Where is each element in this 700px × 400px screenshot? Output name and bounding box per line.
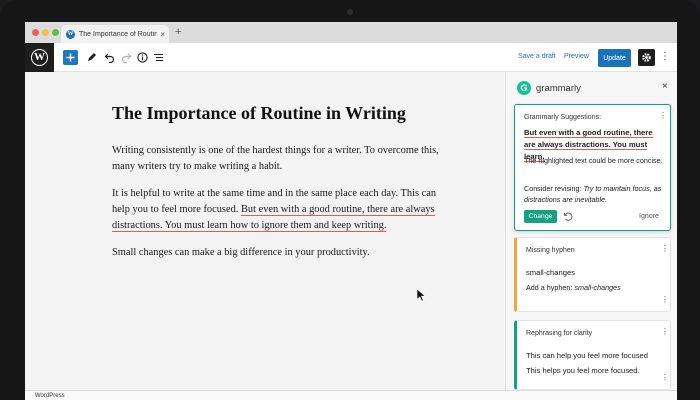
window-close-button[interactable] [32,29,39,36]
editor-canvas[interactable]: The Importance of Routine in Writing Wri… [25,72,505,390]
grammarly-logo-icon: G [517,81,531,95]
paragraph-block[interactable]: It is helpful to write at the same time … [112,186,444,234]
paragraph-block[interactable]: Writing consistently is one of the harde… [112,143,444,175]
ignore-button[interactable]: Ignore [639,213,659,220]
preview-button[interactable]: Preview [564,53,589,60]
suggestion-revision: Consider revising: Try to maintain focus… [524,184,662,204]
info-icon [137,52,148,63]
redo-icon [121,53,132,63]
new-tab-button[interactable]: + [175,27,181,38]
suggestion-card-rephrase[interactable]: Rephrasing for clarity ⋮ This can help y… [514,320,671,390]
details-button[interactable] [135,49,150,66]
update-button[interactable]: Update [598,49,631,67]
redo-button[interactable] [119,49,134,66]
rephrase-option[interactable]: This can help you feel more focused [526,351,648,360]
window-minimize-button[interactable] [42,29,49,36]
options-menu-icon[interactable]: ⋮ [660,52,670,62]
editor-toolbar: W Save a draft Preview Update ⋮ [25,43,677,72]
suggestion-card-hyphen[interactable]: Missing hyphen ⋮ small-changes Add a hyp… [514,237,671,312]
card-more-icon[interactable]: ⋮ [659,112,667,120]
list-view-icon [154,53,163,62]
laptop-bezel: W The Importance of Routine in W × + W [0,0,700,400]
undo-button[interactable] [102,49,117,66]
save-draft-button[interactable]: Save a draft [518,53,556,60]
suggestion-reason: The highlighted text could be more conci… [524,156,663,165]
settings-button[interactable] [638,49,655,66]
wordpress-logo-icon: W [31,49,48,66]
tab-title: The Importance of Routine in W [79,30,158,38]
block-inserter-button[interactable] [63,50,78,65]
card-more-icon[interactable]: ⋮ [661,296,669,304]
webcam [347,9,353,15]
card-more-icon[interactable]: ⋮ [661,245,669,253]
card-label: Grammarly Suggestions: [524,114,602,121]
status-bar: WordPress [25,390,677,400]
wordpress-logo-button[interactable]: W [25,43,54,72]
window-maximize-button[interactable] [52,29,59,36]
suggested-word: small-changes [526,268,575,277]
browser-tab-bar: W The Importance of Routine in W × + [25,22,677,43]
wordpress-favicon-icon: W [66,29,75,39]
post-title[interactable]: The Importance of Routine in Writing [112,103,406,124]
rephrase-option[interactable]: This helps you feel more focused. [526,366,640,375]
status-bar-label: WordPress [35,393,65,399]
screen: W The Importance of Routine in W × + W [25,22,677,400]
grammarly-header: G grammarly × [506,72,677,102]
gear-icon [642,53,651,62]
tools-button[interactable] [84,49,99,66]
card-label: Missing hyphen [526,247,575,254]
undo-icon [104,53,115,63]
suggestion-action: Add a hyphen: small-changes [526,283,621,292]
card-more-icon[interactable]: ⋮ [661,374,669,382]
grammarly-sidebar: G grammarly × Grammarly Suggestions: ⋮ B… [505,72,677,390]
pencil-icon [88,53,96,61]
list-view-button[interactable] [151,49,166,66]
paragraph-block[interactable]: Small changes can make a big difference … [112,245,444,261]
grammarly-brand: grammarly [536,83,581,94]
card-label: Rephrasing for clarity [526,330,593,337]
refresh-icon[interactable] [563,211,574,222]
close-icon[interactable]: × [662,82,668,92]
browser-tab[interactable]: W The Importance of Routine in W × [61,25,169,43]
tab-close-icon[interactable]: × [160,30,165,39]
change-button[interactable]: Change [524,210,557,223]
mouse-pointer-icon [416,288,426,302]
plus-icon [66,53,75,62]
card-more-icon[interactable]: ⋮ [661,328,669,336]
suggestion-card-conciseness[interactable]: Grammarly Suggestions: ⋮ But even with a… [514,104,671,231]
